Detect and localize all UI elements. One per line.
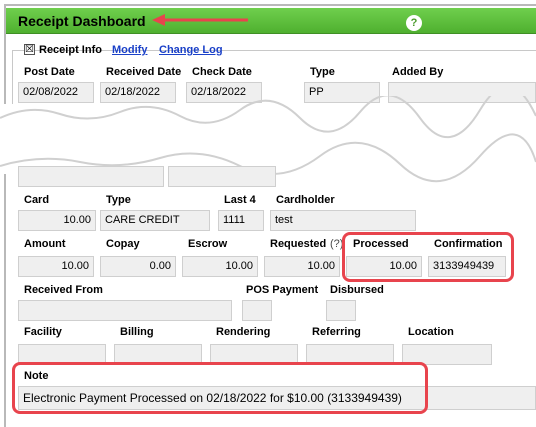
help-icon[interactable]: ? [406,15,422,31]
cardholder-field[interactable]: test [270,210,416,231]
page-title: Receipt Dashboard [18,13,146,29]
annotation-arrow [152,14,248,26]
annotation-highlight-note [12,362,428,414]
window-frame-left [4,4,6,427]
location-label: Location [408,326,454,338]
post-date-label: Post Date [24,66,75,78]
requested-label: Requested [270,238,327,250]
check-date-label: Check Date [192,66,252,78]
last4-field[interactable]: 1111 [218,210,264,231]
receipt-info-legend: Receipt Info [39,44,102,56]
partial-field-2[interactable] [168,166,276,187]
card-type-field[interactable]: CARE CREDIT [100,210,210,231]
type-label: Type [310,66,335,78]
card-type-label: Type [106,194,131,206]
received-from-field[interactable] [18,300,232,321]
added-by-label: Added By [392,66,444,78]
annotation-highlight-processed [342,232,514,282]
amount-label: Amount [24,238,66,250]
cardholder-label: Cardholder [276,194,335,206]
referring-label: Referring [312,326,361,338]
received-from-label: Received From [24,284,103,296]
last4-label: Last 4 [224,194,256,206]
modify-link[interactable]: Modify [112,44,147,56]
card-amount-field[interactable]: 10.00 [18,210,96,231]
amount-field[interactable]: 10.00 [18,256,94,277]
facility-label: Facility [24,326,62,338]
receipt-info-checkbox[interactable]: ☒ [24,44,35,55]
billing-label: Billing [120,326,154,338]
copay-field[interactable]: 0.00 [100,256,176,277]
partial-field-1[interactable] [18,166,164,187]
disbursed-label: Disbursed [330,284,384,296]
received-date-label: Received Date [106,66,182,78]
rendering-label: Rendering [216,326,271,338]
escrow-field[interactable]: 10.00 [182,256,258,277]
change-log-link[interactable]: Change Log [159,44,223,56]
copay-label: Copay [106,238,140,250]
card-label: Card [24,194,50,206]
disbursed-field[interactable] [326,300,356,321]
window-frame-top [4,4,536,6]
requested-field[interactable]: 10.00 [264,256,340,277]
escrow-label: Escrow [188,238,228,250]
pos-payment-field[interactable] [242,300,272,321]
pos-payment-label: POS Payment [246,284,319,296]
